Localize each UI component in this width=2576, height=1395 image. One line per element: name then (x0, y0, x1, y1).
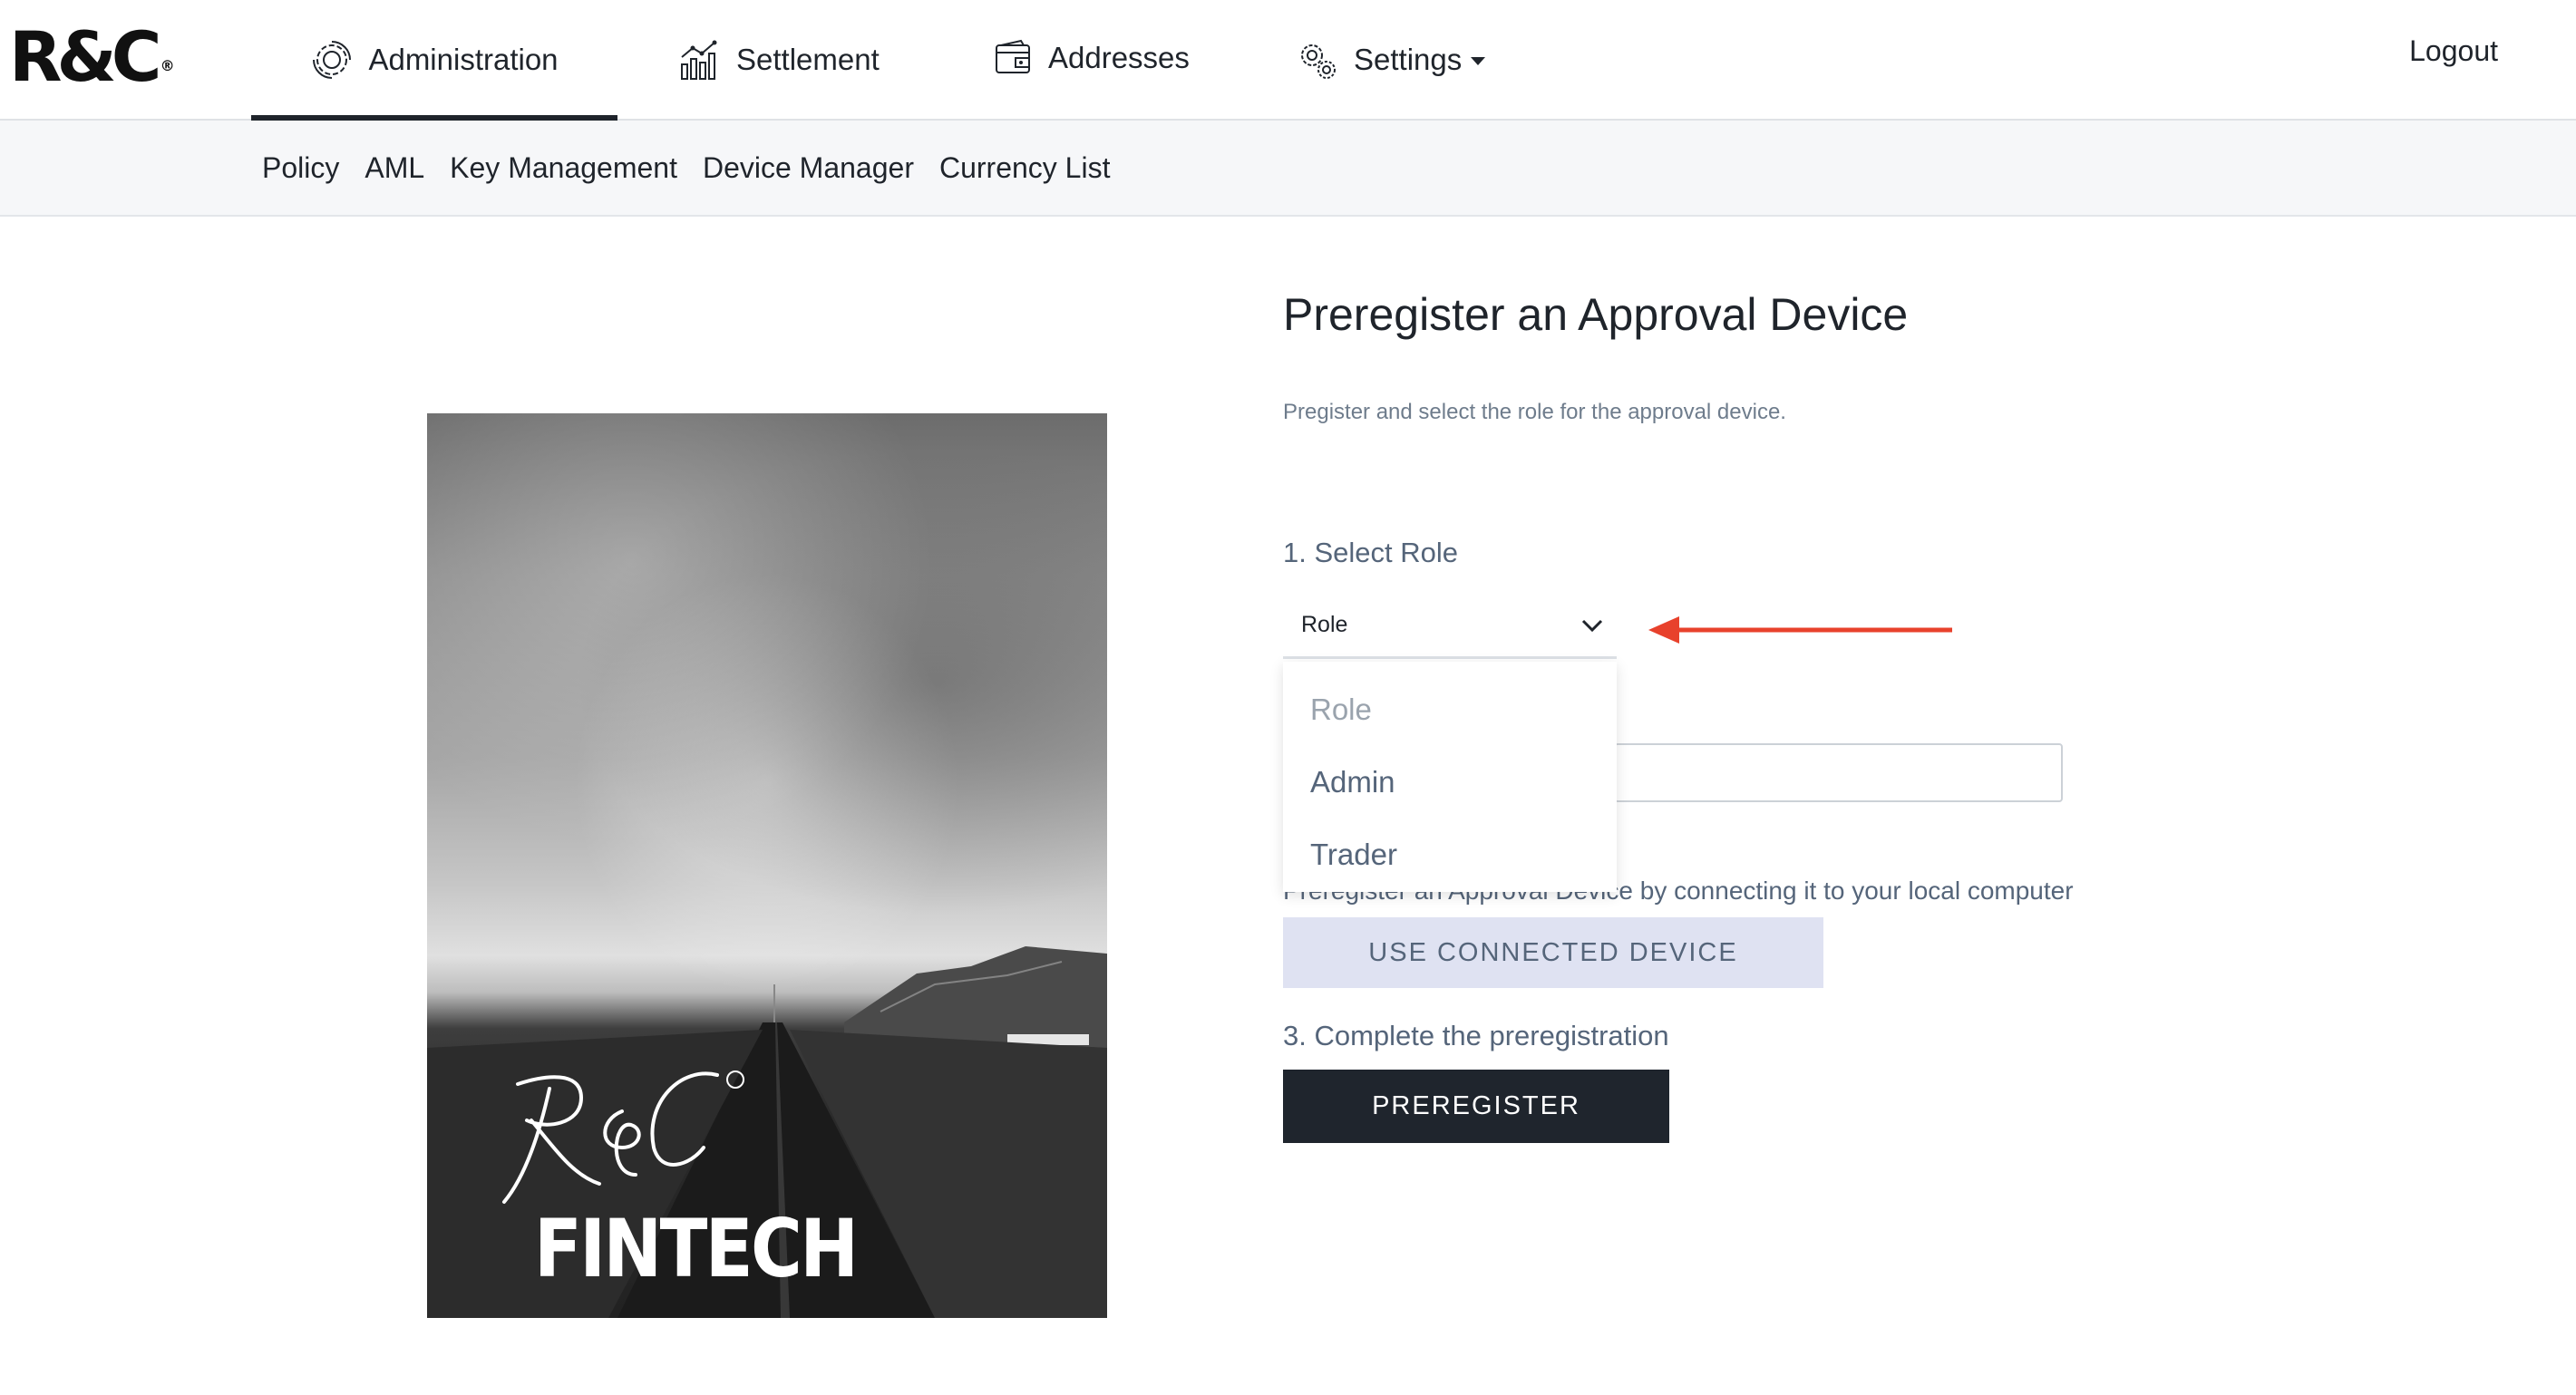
nav-tab-addresses-label: Addresses (1048, 40, 1190, 74)
chevron-down-icon (1471, 57, 1486, 65)
subnav-item-key-management[interactable]: Key Management (450, 151, 677, 185)
page-title: Preregister an Approval Device (1283, 289, 1909, 340)
sub-navigation-bar: Policy AML Key Management Device Manager… (0, 121, 2576, 217)
step-3-label: 3. Complete the preregistration (1283, 1020, 1669, 1051)
top-navigation-bar: R&C ® Administration Settlement Addresse… (0, 0, 2576, 121)
nav-tab-addresses[interactable]: Addresses (994, 0, 1190, 117)
settlement-chart-icon (681, 40, 717, 80)
addresses-wallet-icon (996, 39, 1030, 73)
nav-tab-settlement-label: Settlement (736, 42, 880, 76)
subnav-item-policy[interactable]: Policy (262, 151, 339, 185)
page-description: Pregister and select the role for the ap… (1283, 400, 1786, 424)
nav-tab-settings[interactable]: Settings (1294, 0, 1486, 119)
role-select[interactable]: Role (1283, 594, 1617, 659)
role-option-trader[interactable]: Trader (1283, 819, 1617, 891)
subnav-item-device-manager[interactable]: Device Manager (703, 151, 914, 185)
logo-registered-mark: ® (160, 57, 175, 74)
step-1-label: 1. Select Role (1283, 537, 1458, 568)
role-option-placeholder[interactable]: Role (1283, 673, 1617, 746)
brand-landscape-image: FINTECH (427, 413, 1107, 1318)
role-option-admin[interactable]: Admin (1283, 746, 1617, 819)
subnav-item-aml[interactable]: AML (365, 151, 424, 185)
chevron-down-icon (1581, 619, 1603, 632)
brand-logo[interactable]: R&C ® (9, 16, 175, 98)
role-dropdown-menu: Role Admin Trader (1283, 662, 1617, 892)
use-connected-device-button[interactable]: USE CONNECTED DEVICE (1283, 917, 1823, 988)
logo-text: R&C (9, 16, 162, 97)
nav-tab-administration[interactable]: Administration (251, 0, 617, 121)
fintech-wordmark: FINTECH (534, 1202, 859, 1295)
nav-tab-settlement[interactable]: Settlement (676, 0, 880, 119)
annotation-arrow (1648, 616, 1952, 644)
subnav-item-currency-list[interactable]: Currency List (939, 151, 1111, 185)
settings-gear-icon (1301, 44, 1336, 79)
role-select-value: Role (1301, 612, 1348, 637)
nav-tab-settings-label: Settings (1354, 42, 1463, 76)
device-name-input[interactable] (1614, 743, 2063, 802)
administration-icon (313, 40, 352, 79)
logout-link[interactable]: Logout (2409, 0, 2498, 102)
nav-tab-administration-label: Administration (368, 42, 559, 76)
preregister-button[interactable]: PREREGISTER (1283, 1070, 1669, 1143)
